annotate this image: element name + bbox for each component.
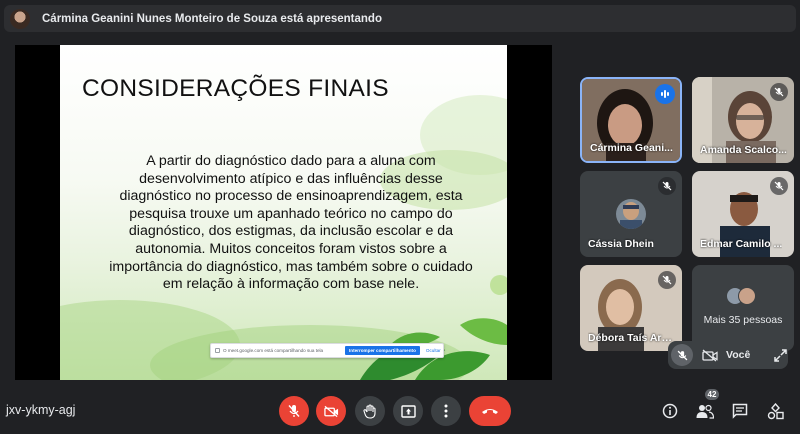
mic-off-icon (774, 87, 784, 97)
camera-off-icon (702, 349, 718, 362)
presenter-avatar (10, 8, 30, 29)
participant-tile[interactable]: Edmar Camilo ... (692, 171, 794, 257)
mic-off-indicator (658, 177, 676, 195)
mic-off-icon (677, 350, 687, 360)
camera-toggle-button[interactable] (316, 396, 346, 426)
participants-button[interactable] (694, 400, 716, 422)
speaking-indicator (655, 84, 675, 104)
more-options-icon (444, 404, 448, 418)
raise-hand-button[interactable] (355, 396, 385, 426)
people-icon (696, 404, 714, 419)
participant-name: Débora Taís Arn... (588, 332, 676, 344)
hide-banner-button[interactable]: Ocultar (426, 348, 441, 353)
activities-button[interactable] (764, 400, 786, 422)
participant-count-badge: 42 (705, 389, 719, 400)
participant-avatar (616, 199, 646, 229)
end-call-icon (482, 409, 498, 414)
activities-icon (767, 402, 784, 419)
slide-title: CONSIDERAÇÕES FINAIS (82, 75, 389, 102)
participant-tile[interactable]: Cássia Dhein (580, 171, 682, 257)
mic-off-indicator (658, 271, 676, 289)
participant-tile[interactable]: Débora Taís Arn... (580, 265, 682, 351)
end-call-button[interactable] (469, 396, 511, 426)
participant-tile[interactable]: Amanda Scalco... (692, 77, 794, 163)
stop-sharing-button[interactable]: Interromper compartilhamento (345, 346, 420, 355)
presentation-stage[interactable]: CONSIDERAÇÕES FINAIS A partir do diagnós… (15, 45, 552, 380)
more-options-button[interactable] (431, 396, 461, 426)
meeting-info-button[interactable] (659, 400, 681, 422)
self-view-tile[interactable]: Você (668, 341, 788, 369)
participant-name: Cármina Geani... (590, 142, 673, 154)
participant-tile[interactable]: Cármina Geani... (580, 77, 682, 163)
more-participants-label: Mais 35 pessoas (703, 314, 783, 326)
more-participants-tile[interactable]: Mais 35 pessoas (692, 265, 794, 351)
mic-off-indicator (770, 83, 788, 101)
self-mic-indicator (671, 344, 693, 366)
mic-off-indicator (770, 177, 788, 195)
mic-off-icon (774, 181, 784, 191)
hand-raise-icon (363, 403, 376, 419)
camera-off-icon (323, 405, 338, 417)
share-banner-message: O meet.google.com está compartilhando su… (223, 348, 324, 353)
mic-off-icon (288, 405, 300, 417)
slide-body: A partir do diagnóstico dado para a alun… (109, 153, 473, 293)
mic-off-icon (662, 181, 672, 191)
more-participants-avatars (726, 287, 756, 305)
participant-name: Edmar Camilo ... (700, 238, 783, 250)
speaking-icon (661, 90, 669, 98)
presenter-text: Cármina Geanini Nunes Monteiro de Souza … (42, 12, 382, 25)
present-button[interactable] (393, 396, 423, 426)
slide: CONSIDERAÇÕES FINAIS A partir do diagnós… (60, 45, 507, 380)
participant-name: Amanda Scalco... (700, 144, 787, 156)
participant-name: Cássia Dhein (588, 238, 654, 250)
info-icon (662, 403, 678, 419)
mic-off-icon (662, 275, 672, 285)
chat-icon (732, 403, 748, 419)
meeting-code: jxv-ykmy-agj (6, 403, 76, 417)
chat-button[interactable] (729, 400, 751, 422)
share-screen-banner: O meet.google.com está compartilhando su… (210, 343, 444, 358)
mic-toggle-button[interactable] (279, 396, 309, 426)
presenter-banner[interactable]: Cármina Geanini Nunes Monteiro de Souza … (4, 5, 796, 32)
self-label: Você (726, 349, 751, 361)
present-icon (400, 404, 416, 418)
expand-icon[interactable] (774, 348, 788, 362)
share-icon (215, 348, 220, 353)
top-bar: Cármina Geanini Nunes Monteiro de Souza … (0, 0, 800, 36)
